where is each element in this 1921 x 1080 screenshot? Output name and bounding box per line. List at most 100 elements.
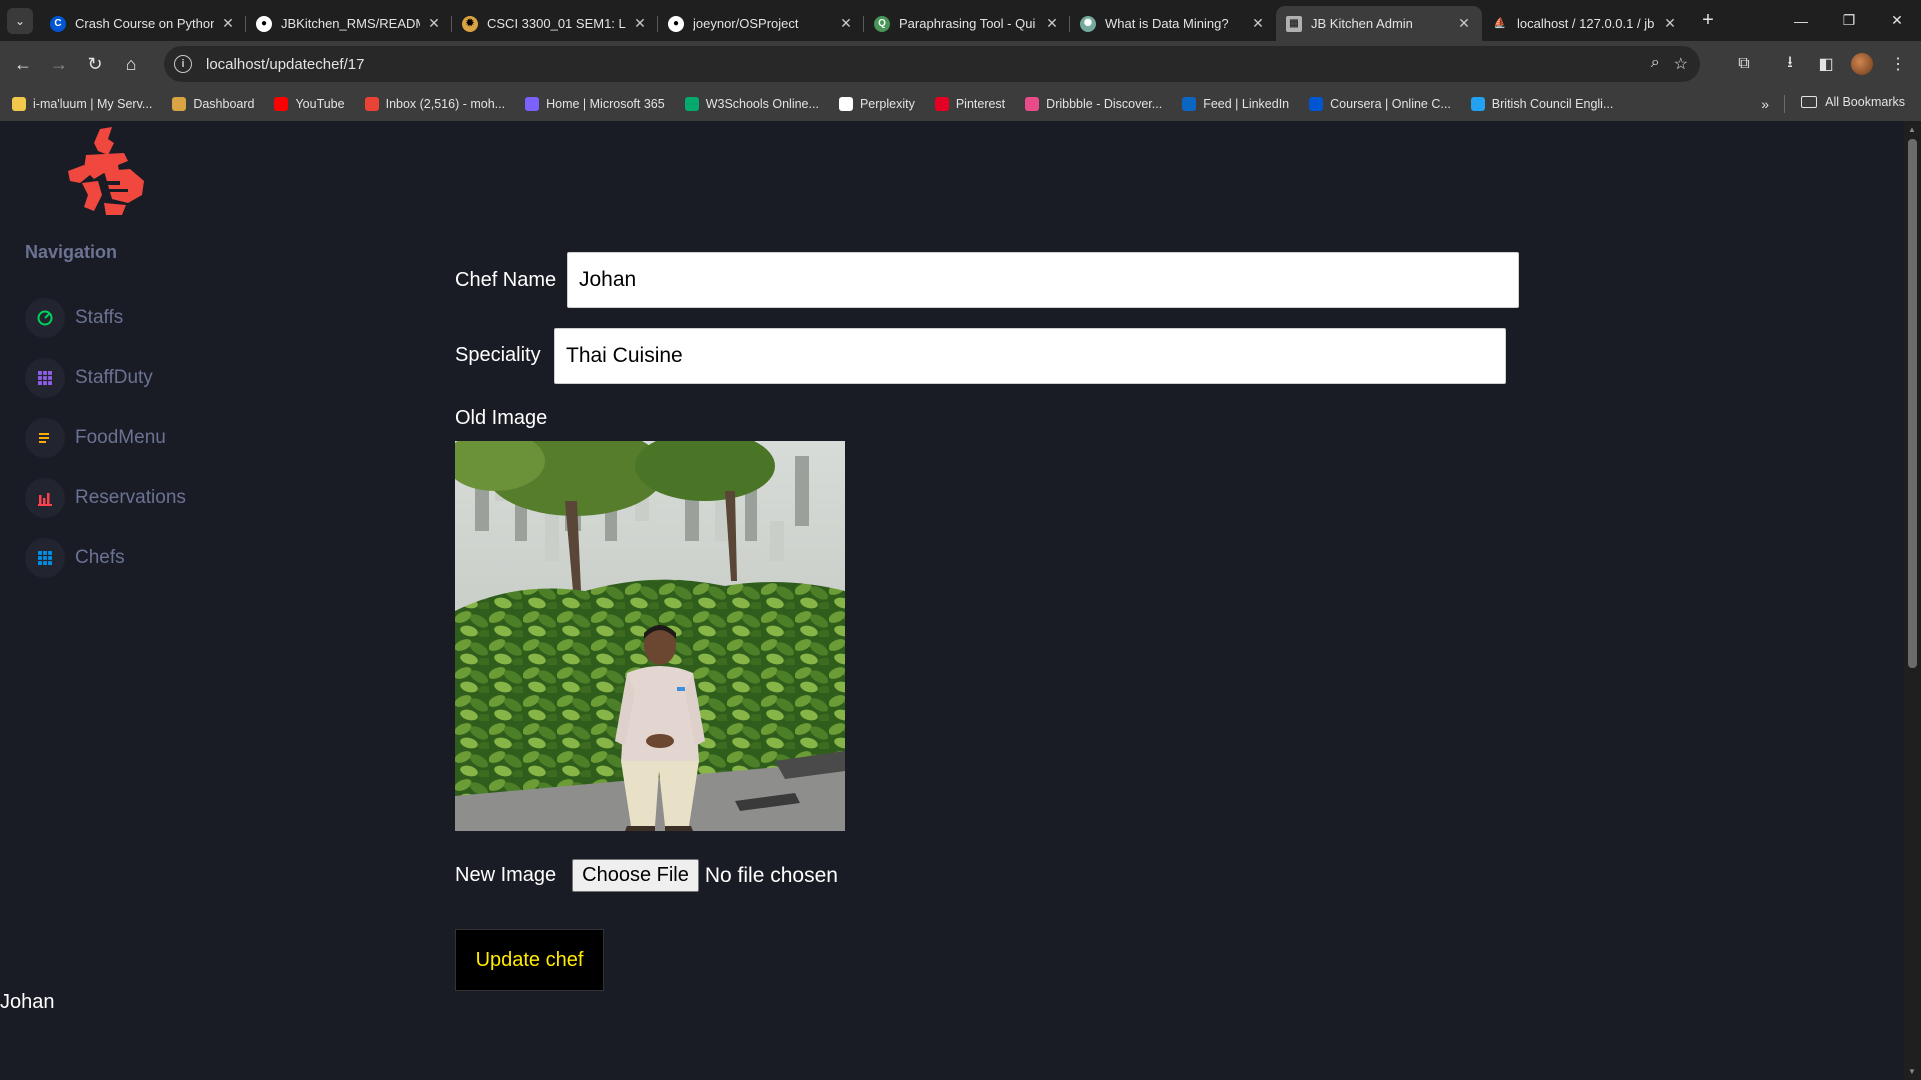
tab-title: CSCI 3300_01 SEM1: Lin: [487, 16, 626, 31]
browser-tab[interactable]: C Crash Course on Python ✕: [40, 6, 246, 41]
sidebar-item-label: Staffs: [75, 307, 124, 328]
bookmark-star-icon[interactable]: ☆: [1674, 54, 1688, 74]
browser-tab[interactable]: ⛵ localhost / 127.0.0.1 / jb ✕: [1482, 6, 1688, 41]
bookmark-label: British Council Engli...: [1491, 97, 1614, 111]
sidebar-item-staffs[interactable]: Staffs: [25, 298, 123, 338]
forward-arrow-icon[interactable]: →: [41, 46, 77, 82]
browser-tab-active[interactable]: ▦ JB Kitchen Admin ✕: [1276, 6, 1482, 41]
chef-name-label: Chef Name: [455, 269, 557, 291]
bookmark-favicon-icon: [1182, 97, 1197, 111]
old-image-label: Old Image: [455, 407, 548, 429]
list-icon: [25, 418, 65, 458]
close-icon[interactable]: ✕: [1044, 15, 1060, 32]
sidebar-item-reservations[interactable]: Reservations: [25, 478, 186, 518]
download-icon[interactable]: ⭳: [1775, 46, 1805, 82]
bookmark-favicon-icon: [274, 97, 289, 111]
avatar: [1851, 53, 1873, 75]
page-scrollbar[interactable]: ▲ ▼: [1904, 121, 1921, 1080]
close-icon[interactable]: ✕: [220, 15, 236, 32]
menu-kebab-icon[interactable]: ⋮: [1883, 46, 1913, 82]
bookmark-label: Perplexity: [859, 97, 915, 111]
scrollbar-thumb[interactable]: [1908, 139, 1917, 668]
bookmark-item[interactable]: Pinterest: [934, 97, 1006, 111]
tab-title: Paraphrasing Tool - Qui: [899, 16, 1036, 31]
close-icon[interactable]: ✕: [838, 15, 854, 32]
browser-tab-strip: ⌄ C Crash Course on Python ✕ ● JBKitchen…: [0, 0, 1921, 41]
scroll-up-icon[interactable]: ▲: [1908, 125, 1916, 134]
bookmark-item[interactable]: W3Schools Online...: [684, 97, 819, 111]
side-panel-icon[interactable]: ◧: [1811, 46, 1841, 82]
url-text: localhost/updatechef/17: [206, 55, 365, 73]
profile-avatar-button[interactable]: [1847, 46, 1877, 82]
browser-tab[interactable]: ✹ CSCI 3300_01 SEM1: Lin ✕: [452, 6, 658, 41]
bookmark-item[interactable]: Inbox (2,516) - moh...: [364, 97, 506, 111]
bookmark-favicon-icon: [838, 97, 853, 111]
bookmarks-divider: [1784, 95, 1785, 113]
coursera-icon: C: [50, 15, 66, 32]
quillbot-icon: Q: [874, 15, 890, 32]
sidebar-item-staffduty[interactable]: StaffDuty: [25, 358, 153, 398]
tab-title: JB Kitchen Admin: [1311, 16, 1413, 31]
close-icon[interactable]: ✕: [1250, 15, 1266, 32]
browser-tab[interactable]: Q Paraphrasing Tool - Qui ✕: [864, 6, 1070, 41]
choose-file-button[interactable]: Choose File: [572, 859, 699, 892]
close-window-icon[interactable]: ✕: [1873, 0, 1921, 41]
github-icon: ●: [256, 15, 272, 32]
more-bookmarks-chevron-icon[interactable]: »: [1761, 96, 1769, 112]
close-icon[interactable]: ✕: [632, 15, 648, 32]
file-status-text: No file chosen: [704, 863, 838, 887]
close-icon[interactable]: ✕: [426, 15, 442, 32]
bookmark-item[interactable]: British Council Engli...: [1470, 97, 1614, 111]
browser-tab[interactable]: ● joeynor/OSProject ✕: [658, 6, 864, 41]
bookmark-item[interactable]: Feed | LinkedIn: [1182, 97, 1289, 111]
bookmark-item[interactable]: Coursera | Online C...: [1309, 97, 1451, 111]
sidebar-item-label: Reservations: [75, 487, 186, 508]
speciality-input[interactable]: Thai Cuisine: [554, 328, 1506, 384]
back-arrow-icon[interactable]: ←: [5, 46, 41, 82]
scroll-down-icon[interactable]: ▼: [1908, 1067, 1916, 1076]
bookmark-item[interactable]: YouTube: [274, 97, 345, 111]
site-info-icon[interactable]: i: [174, 55, 192, 73]
bookmark-item[interactable]: Home | Microsoft 365: [525, 97, 665, 111]
bookmark-label: Dashboard: [193, 97, 255, 111]
new-tab-plus-icon[interactable]: +: [1694, 7, 1722, 35]
tab-search-chevron-icon[interactable]: ⌄: [7, 7, 33, 34]
moodle-icon: ✹: [462, 15, 478, 32]
bookmark-item[interactable]: Perplexity: [838, 97, 915, 111]
bookmark-favicon-icon: [1309, 97, 1324, 111]
bookmark-item[interactable]: i-ma'luum | My Serv...: [12, 97, 152, 111]
bookmark-label: YouTube: [295, 97, 345, 111]
sidebar-user-name: Johan: [0, 991, 55, 1013]
github-icon: ●: [668, 15, 684, 32]
restore-icon[interactable]: ❐: [1825, 0, 1873, 41]
reload-icon[interactable]: ↻: [77, 46, 113, 82]
window-controls: — ❐ ✕: [1777, 0, 1921, 41]
bookmark-label: Coursera | Online C...: [1330, 97, 1451, 111]
close-icon[interactable]: ✕: [1456, 15, 1472, 32]
navigation-title: Navigation: [25, 242, 118, 262]
chef-name-input[interactable]: Johan: [567, 252, 1519, 308]
update-chef-button[interactable]: Update chef: [455, 929, 604, 991]
zoom-icon[interactable]: ⌕: [1651, 54, 1660, 74]
sidebar-item-foodmenu[interactable]: FoodMenu: [25, 418, 166, 458]
page-content: Navigation Staffs StaffDuty FoodMenu Res…: [0, 121, 1904, 1080]
minimize-icon[interactable]: —: [1777, 0, 1825, 41]
bookmark-label: Pinterest: [955, 97, 1006, 111]
sidebar-item-chefs[interactable]: Chefs: [25, 538, 125, 578]
bookmark-favicon-icon: [1025, 97, 1040, 111]
home-icon[interactable]: ⌂: [113, 46, 149, 82]
browser-tab[interactable]: ● JBKitchen_RMS/README ✕: [246, 6, 452, 41]
close-icon[interactable]: ✕: [1662, 15, 1678, 32]
bookmark-label: Inbox (2,516) - moh...: [385, 97, 506, 111]
bookmark-item[interactable]: Dribbble - Discover...: [1025, 97, 1162, 111]
extensions-puzzle-icon[interactable]: ⧉: [1729, 46, 1759, 82]
bookmark-item[interactable]: Dashboard: [172, 97, 254, 111]
address-bar[interactable]: i localhost/updatechef/17 ⌕ ☆: [164, 46, 1700, 82]
admin-icon: ▦: [1286, 15, 1302, 32]
bookmark-favicon-icon: [172, 97, 187, 111]
bookmark-favicon-icon: [684, 97, 699, 111]
browser-tab[interactable]: ✺ What is Data Mining? ✕: [1070, 6, 1276, 41]
all-bookmarks-button[interactable]: All Bookmarks: [1801, 95, 1905, 109]
new-image-label: New Image: [455, 864, 557, 886]
tab-title: What is Data Mining?: [1105, 16, 1229, 31]
